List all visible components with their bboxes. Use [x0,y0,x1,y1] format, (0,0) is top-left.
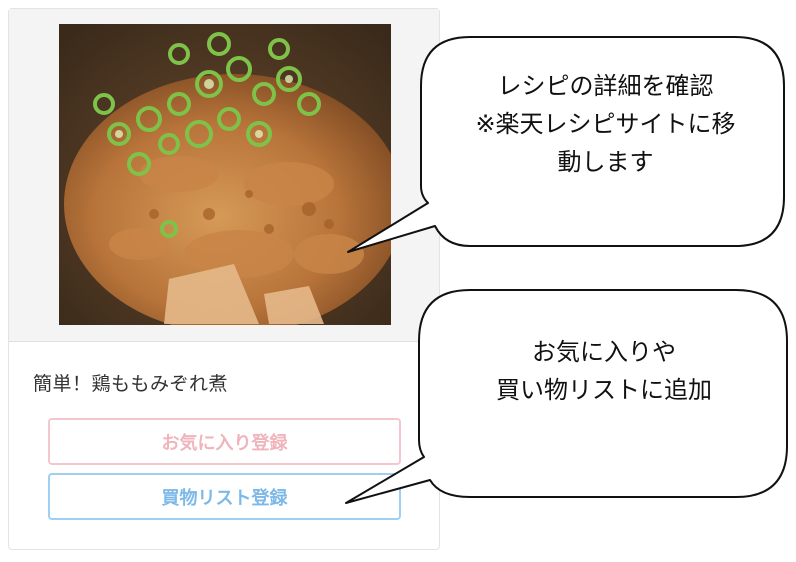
details-callout-line: 動します [557,148,654,176]
actions-callout-line: お気に入りや [532,338,676,366]
add-favorite-button[interactable]: お気に入り登録 [48,418,401,465]
add-shopping-list-button[interactable]: 買物リスト登録 [48,473,401,520]
photo-frame [9,9,439,342]
actions-callout-line: 買い物リストに追加 [496,376,712,404]
details-callout-text: レシピの詳細を確認 ※楽天レシピサイトに移 動します [427,67,784,181]
add-favorite-button-label: お気に入り登録 [161,432,288,454]
details-callout-line: ※楽天レシピサイトに移 [475,110,736,138]
recipe-card: 簡単！鶏ももみぞれ煮 お気に入り登録 買物リスト登録 [8,8,440,550]
add-shopping-list-button-label: 買物リスト登録 [161,487,288,509]
recipe-title[interactable]: 簡単！鶏ももみぞれ煮 [33,369,228,396]
actions-callout-text: お気に入りや 買い物リストに追加 [421,333,787,409]
details-callout-line: レシピの詳細を確認 [497,72,714,100]
recipe-photo[interactable] [59,24,391,325]
